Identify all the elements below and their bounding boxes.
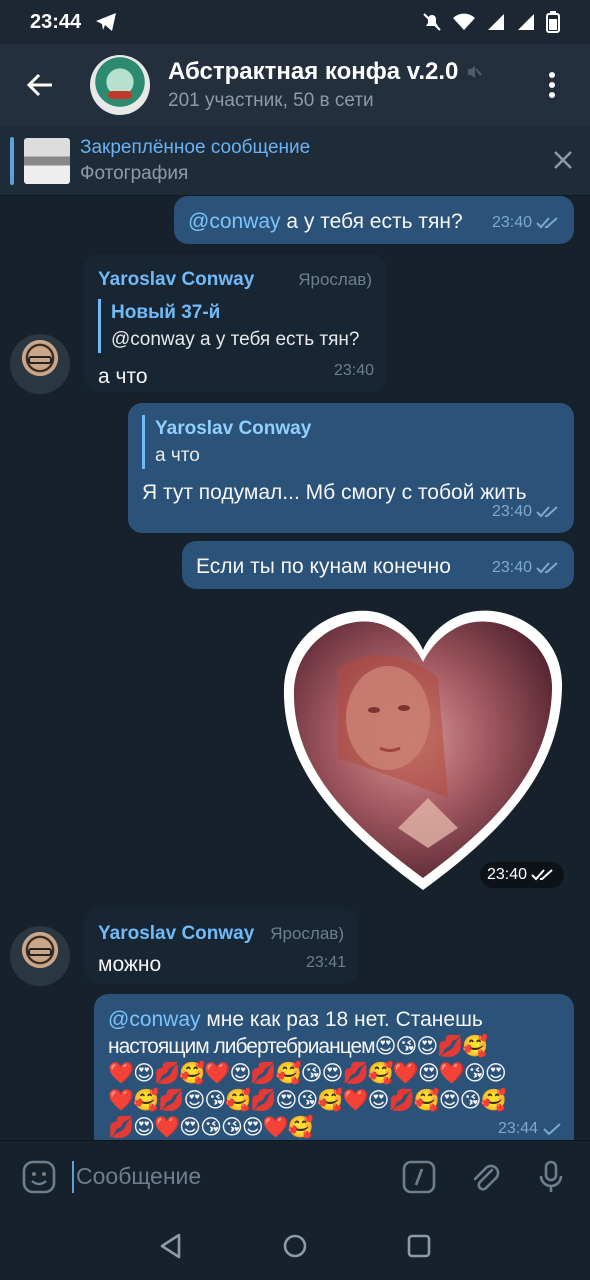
- message-time: 23:41: [305, 954, 346, 971]
- pinned-message[interactable]: Закреплённое сообщение Фотография: [0, 126, 590, 196]
- user-avatar[interactable]: [10, 926, 70, 986]
- signal-icon: [488, 14, 504, 30]
- message-text: а что: [98, 365, 148, 388]
- input-placeholder: Сообщение: [76, 1163, 202, 1189]
- nav-recents-icon[interactable]: [407, 1234, 431, 1258]
- double-check-icon: [536, 216, 558, 228]
- message-outgoing[interactable]: Если ты по кунам конечно 23:40: [182, 541, 574, 589]
- message-meta: 23:41: [306, 949, 346, 976]
- reply-quote[interactable]: Yaroslav Conway а что: [142, 415, 560, 469]
- heart-photo-image: [283, 610, 563, 890]
- chat-subtitle: 201 участник, 50 в сети: [168, 90, 374, 111]
- message-time: 23:40: [486, 866, 528, 883]
- reply-author: Новый 37-й: [111, 302, 221, 323]
- signal-icon: [518, 14, 534, 30]
- arrow-left-icon: [26, 73, 52, 97]
- user-avatar[interactable]: [10, 334, 70, 394]
- message-time: 23:44: [497, 1120, 538, 1137]
- status-icons: [422, 11, 560, 33]
- sender-tag: Ярослав): [298, 270, 372, 289]
- chat-header: Абстрактная конфа v.2.0 201 участник, 50…: [0, 44, 590, 126]
- voice-button[interactable]: [532, 1158, 570, 1196]
- message-incoming[interactable]: Yaroslav Conway Ярослав) можно 23:41: [84, 908, 358, 984]
- message-meta: 23:40: [492, 498, 562, 525]
- mention-link[interactable]: @conway: [108, 1008, 201, 1031]
- microphone-icon: [539, 1160, 563, 1192]
- emoji-line: ❤️🥰💋😍😘🥰💋😍😘🥰❤️😍💋🥰😍😘🥰: [108, 1089, 507, 1112]
- paperclip-icon: [473, 1164, 500, 1191]
- message-meta: 23:44: [498, 1115, 562, 1140]
- close-pinned-button[interactable]: [554, 145, 572, 176]
- chat-title-text: Абстрактная конфа v.2.0: [168, 58, 459, 85]
- nav-back-icon[interactable]: [159, 1233, 183, 1259]
- message-text-line: настоящим либертебрианцем😍😘😍💋🥰: [108, 1035, 489, 1058]
- status-bar: 23:44: [0, 0, 590, 44]
- double-check-icon: [536, 505, 558, 517]
- message-text: а у тебя есть тян?: [280, 210, 463, 233]
- mute-bell-icon: [423, 13, 441, 31]
- message-text: Если ты по кунам конечно: [196, 555, 451, 578]
- message-clip: @conway мне как раз 18 нет. Станешь наст…: [94, 994, 574, 1140]
- more-vertical-icon: [549, 72, 555, 98]
- pinned-indicator: [10, 136, 14, 185]
- double-check-icon: [536, 561, 558, 573]
- reply-text: @conway а у тебя есть тян?: [111, 329, 360, 350]
- telegram-icon: [96, 13, 117, 31]
- message-meta: 23:40: [334, 357, 374, 384]
- system-nav-bar: [0, 1212, 590, 1280]
- message-outgoing[interactable]: @conway мне как раз 18 нет. Станешь наст…: [94, 994, 574, 1140]
- pinned-thumbnail: [24, 137, 70, 184]
- avatar-glasses: [28, 356, 52, 364]
- nav-home-icon[interactable]: [282, 1233, 308, 1259]
- back-button[interactable]: [10, 55, 70, 115]
- photo-time-chip: 23:40: [480, 862, 564, 888]
- message-time: 23:40: [491, 559, 532, 576]
- message-time: 23:40: [333, 362, 374, 379]
- message-time: 23:40: [491, 503, 532, 520]
- check-icon: [543, 1122, 561, 1135]
- emoji-icon: [22, 1160, 56, 1193]
- pinned-title: Закреплённое сообщение: [80, 136, 311, 158]
- message-text: мне как раз 18 нет. Станешь: [200, 1008, 483, 1031]
- message-input[interactable]: Сообщение: [72, 1160, 202, 1193]
- text-caret: [72, 1160, 74, 1193]
- message-outgoing[interactable]: @conway а у тебя есть тян? 23:40: [174, 196, 574, 244]
- pinned-text: Закреплённое сообщение Фотография: [80, 137, 310, 185]
- battery-icon: [546, 11, 560, 33]
- emoji-line: ❤️😍💋🥰❤️😍💋🥰😘😍💋🥰❤️😍❤️😘😍: [108, 1062, 507, 1085]
- close-icon: [554, 151, 572, 169]
- reply-author: Yaroslav Conway: [155, 418, 312, 439]
- emoji-line: 💋😍❤️😍😘😘😍❤️🥰: [108, 1116, 314, 1139]
- group-avatar[interactable]: [90, 55, 150, 115]
- chat-title: Абстрактная конфа v.2.0: [168, 58, 483, 86]
- avatar-glasses: [28, 948, 52, 956]
- message-meta: 23:40: [492, 209, 562, 236]
- double-check-icon: [531, 869, 553, 881]
- pinned-subtitle: Фотография: [80, 162, 189, 184]
- status-time: 23:44: [30, 10, 82, 33]
- reply-quote[interactable]: Новый 37-й @conway а у тебя есть тян?: [98, 299, 372, 353]
- wifi-icon: [453, 13, 475, 30]
- message-incoming[interactable]: Yaroslav Conway Ярослав) Новый 37-й @con…: [84, 254, 386, 392]
- muted-icon: [468, 66, 483, 78]
- more-menu-button[interactable]: [532, 55, 572, 115]
- message-input-bar: Сообщение: [0, 1140, 590, 1212]
- heart-sticker-photo[interactable]: [278, 598, 568, 898]
- sender-tag: Ярослав): [270, 924, 344, 943]
- command-button[interactable]: [400, 1158, 438, 1196]
- attach-button[interactable]: [466, 1158, 504, 1196]
- message-meta: 23:40: [492, 554, 562, 581]
- chat-info[interactable]: Абстрактная конфа v.2.0 201 участник, 50…: [168, 58, 483, 112]
- emoji-button[interactable]: [20, 1158, 58, 1196]
- message-time: 23:40: [491, 214, 532, 231]
- message-outgoing[interactable]: Yaroslav Conway а что Я тут подумал... М…: [128, 403, 574, 533]
- reply-text: а что: [155, 445, 200, 466]
- mention-link[interactable]: @conway: [188, 210, 281, 233]
- slash-command-icon: [402, 1160, 436, 1193]
